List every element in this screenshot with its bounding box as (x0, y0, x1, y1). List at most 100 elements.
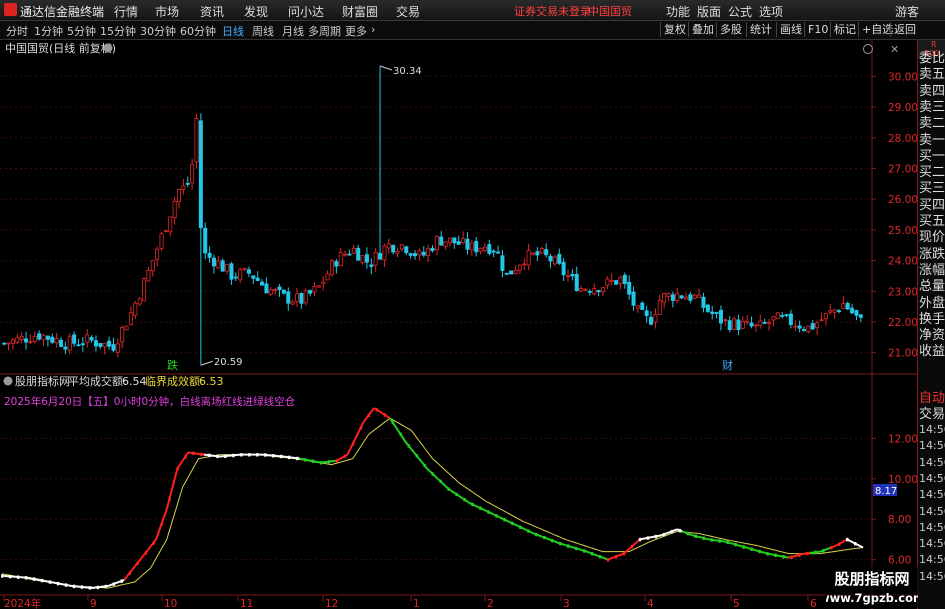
tab-1min[interactable]: 1分钟 (34, 23, 63, 39)
multi-stock-button[interactable]: 多股 (716, 22, 745, 37)
menu-discover[interactable]: 发现 (244, 3, 268, 20)
menu-wealth-circle[interactable]: 财富圈 (342, 3, 378, 20)
stock-chart[interactable]: 中国国贸(日线 前复权) ✕ 30.0029.0028.0027.0026.00… (0, 40, 917, 609)
indicator-price-segment (586, 550, 590, 554)
indicator-price-dot (463, 498, 466, 502)
price-axis: 30.00 29.00 28.00 27.00 26.00 25.00 24.00 23.00… (872, 71, 917, 360)
chevron-right-icon[interactable]: › (371, 23, 375, 36)
candle-body (190, 164, 195, 184)
menu-options[interactable]: 选项 (759, 3, 783, 20)
candle-body (535, 251, 540, 256)
tab-multi-period[interactable]: 多周期 (308, 23, 341, 39)
candle-body (609, 280, 614, 282)
indicator-price-segment (386, 415, 391, 420)
event-finance-label[interactable]: 财 (722, 358, 733, 372)
menu-layout[interactable]: 版面 (697, 3, 721, 20)
menu-ask-xiaoda[interactable]: 问小达 (288, 3, 324, 20)
indicator-price-segment (315, 460, 319, 464)
indicator-price-segment (402, 437, 407, 443)
indicator-price-segment (753, 548, 757, 552)
candle-body (2, 342, 7, 345)
high-price-label: 30.34 (393, 66, 422, 77)
indicator-price-dot (399, 432, 402, 437)
login-warning[interactable]: 证券交易未登录 (514, 3, 591, 19)
tab-30min[interactable]: 30分钟 (140, 23, 176, 39)
candle-body (286, 291, 291, 304)
tab-15min[interactable]: 15分钟 (100, 23, 136, 39)
indicator-price-segment (474, 504, 479, 508)
candle-body (718, 309, 723, 324)
quote-sidebar: R 500 委比 卖五 卖四 卖三 卖二 卖一 买一 买二 买三 买四 买五 现价 涨跌 涨幅 总量 外盘 换手… (917, 40, 945, 609)
indicator-price-segment (697, 535, 702, 539)
indicator-current-value: 8.17 (875, 486, 897, 497)
menu-functions[interactable]: 功能 (666, 3, 690, 20)
indicator-price-dot (1, 574, 4, 578)
indicator-price-dot (168, 497, 171, 501)
sidebar-item[interactable]: 收益 (919, 340, 945, 359)
price-tick-label: 25.00 (888, 225, 917, 237)
indicator-price-segment (155, 531, 160, 540)
indicator-price-dot (240, 453, 243, 457)
candle-body (260, 281, 265, 286)
menu-formula[interactable]: 公式 (728, 3, 752, 20)
tab-intraday[interactable]: 分时 (6, 23, 28, 39)
candle-body (273, 289, 278, 291)
tab-monthly[interactable]: 月线 (282, 23, 304, 39)
back-button[interactable]: 返回 (890, 22, 919, 37)
indicator-price-dot (678, 528, 681, 533)
candle-body (614, 280, 619, 285)
indicator-price-dot (375, 408, 379, 412)
candle-body (670, 294, 675, 301)
menu-trade[interactable]: 交易 (396, 3, 420, 20)
candle-body (823, 313, 828, 320)
main-options-icon[interactable] (863, 44, 873, 54)
indicator-price-segment (618, 553, 622, 557)
indicator-price-segment (769, 553, 773, 556)
sidebar-time: 14:56 (919, 423, 945, 436)
indicator-price-dot (694, 534, 697, 538)
restore-rights-button[interactable]: 复权 (660, 22, 689, 37)
candle-body (461, 238, 466, 244)
indicator-price-dot (726, 540, 729, 545)
candle-body (710, 311, 715, 314)
indicator-price-segment (801, 552, 805, 556)
mark-button[interactable]: 标记 (830, 22, 859, 37)
candle-body (290, 301, 295, 305)
tab-60min[interactable]: 60分钟 (180, 23, 216, 39)
tab-weekly[interactable]: 周线 (252, 23, 274, 39)
indicator-price-segment (785, 556, 789, 559)
indicator-price-dot (232, 453, 235, 458)
tab-daily[interactable]: 日线 (222, 23, 244, 39)
tab-more[interactable]: 更多 (345, 23, 367, 39)
indicator-price-segment (833, 544, 837, 548)
menu-news[interactable]: 资讯 (200, 3, 224, 20)
user-guest[interactable]: 游客 (895, 3, 919, 20)
main-panel-close-icon[interactable]: ✕ (890, 43, 899, 56)
trade-label[interactable]: 交易 (919, 403, 945, 422)
menu-market-quotes[interactable]: 行情 (114, 3, 138, 20)
draw-lines-button[interactable]: 画线 (776, 22, 805, 37)
candle-body (6, 342, 11, 345)
indicator-price-dot (734, 543, 737, 547)
indicator-price-dot (551, 539, 554, 543)
date-tick-label: 4 (647, 598, 654, 609)
indicator-settings-icon[interactable] (3, 376, 13, 386)
candle-body (697, 294, 702, 298)
menu-market[interactable]: 市场 (155, 3, 179, 20)
statistics-button[interactable]: 统计 (746, 22, 775, 37)
f10-button[interactable]: F10 (804, 22, 831, 37)
candle-body (399, 244, 404, 250)
tab-5min[interactable]: 5分钟 (67, 23, 96, 39)
event-drop-label[interactable]: 跌 (167, 358, 178, 372)
candle-body (137, 298, 142, 305)
title-settings-icon[interactable] (103, 43, 113, 53)
indicator-price-segment (36, 578, 40, 581)
indicator-name[interactable]: 股朋指标网 (15, 374, 70, 388)
indicator-price-dot (511, 521, 514, 526)
price-tick-label: 22.00 (888, 317, 917, 329)
overlay-button[interactable]: 叠加 (688, 22, 717, 37)
candle-body (482, 246, 487, 251)
indicator-price-segment (658, 534, 662, 537)
candle-body (657, 299, 662, 315)
indicator-price-segment (131, 565, 136, 571)
